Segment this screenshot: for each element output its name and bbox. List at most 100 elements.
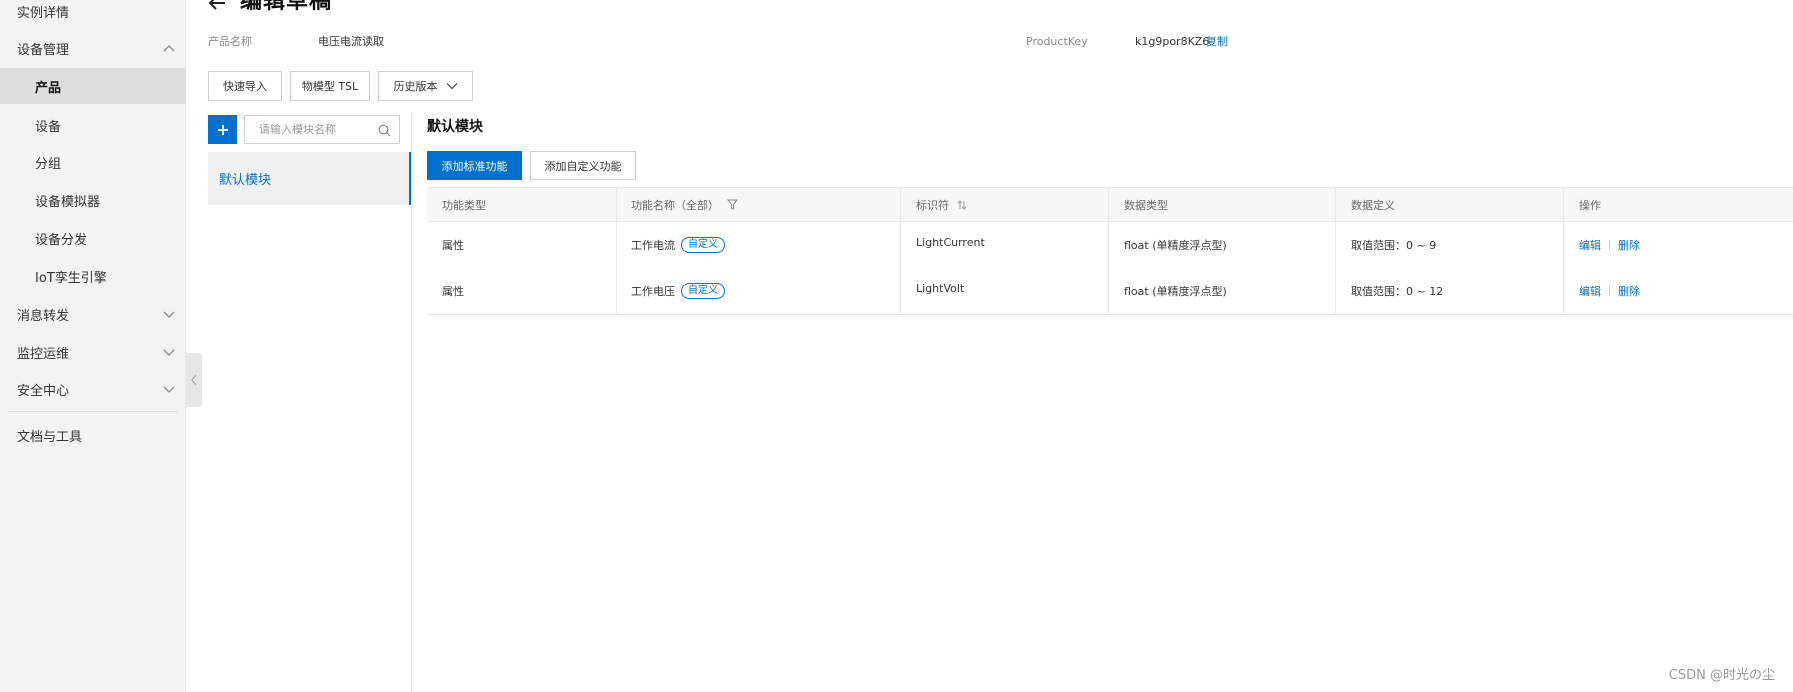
product-key-label: ProductKey	[1026, 35, 1088, 48]
cell-identifier: LightCurrent	[916, 235, 985, 249]
column-divider	[1335, 187, 1336, 314]
tsl-button[interactable]: 物模型 TSL	[290, 71, 370, 101]
sidebar-item-label: 实例详情	[17, 5, 70, 21]
sidebar: 实例详情 设备管理 产品 设备 分组 设备模拟器 设备分发 IoT孪生引擎 消息…	[0, 0, 186, 692]
chevron-up-icon	[163, 45, 175, 52]
button-label: 物模型 TSL	[301, 80, 359, 93]
edit-link[interactable]: 编辑	[1579, 283, 1601, 299]
button-label: 快速导入	[223, 80, 267, 93]
sidebar-item-label: 设备	[35, 119, 62, 135]
cell-identifier: LightVolt	[916, 281, 965, 295]
custom-tag: 自定义	[681, 283, 725, 299]
sidebar-item-device-distribution[interactable]: 设备分发	[0, 220, 186, 256]
sidebar-item-device-management[interactable]: 设备管理	[0, 30, 186, 66]
sidebar-item-label: 设备模拟器	[35, 194, 101, 210]
module-item-label: 默认模块	[219, 173, 272, 188]
chevron-down-icon	[163, 349, 175, 356]
column-header-label: 标识符	[916, 198, 949, 212]
table-row: 属性 工作电压 自定义 LightVolt float (单精度浮点型) 取值范…	[427, 268, 1793, 315]
cell-data-type: float (单精度浮点型)	[1124, 285, 1227, 298]
product-name-label: 产品名称	[208, 35, 252, 48]
chevron-down-icon	[163, 386, 175, 393]
chevron-down-icon	[163, 311, 175, 318]
add-standard-function-button[interactable]: 添加标准功能	[427, 151, 522, 180]
cell-definition: 取值范围：0 ~ 12	[1351, 285, 1444, 298]
cell-data-type: float (单精度浮点型)	[1124, 239, 1227, 252]
action-divider	[1609, 286, 1610, 296]
function-name: 工作电流	[631, 239, 675, 252]
sidebar-item-label: 产品	[35, 80, 62, 96]
column-header-type: 功能类型	[442, 198, 486, 212]
sidebar-divider	[8, 411, 178, 412]
cell-actions: 编辑 删除	[1579, 268, 1640, 314]
cell-definition: 取值范围：0 ~ 9	[1351, 239, 1437, 252]
delete-link[interactable]: 删除	[1618, 283, 1640, 299]
delete-link[interactable]: 删除	[1618, 237, 1640, 253]
copy-link[interactable]: 复制	[1206, 34, 1228, 50]
cell-name: 工作电压 自定义	[631, 268, 725, 314]
sidebar-item-device[interactable]: 设备	[0, 107, 186, 143]
sort-icon[interactable]	[957, 199, 967, 210]
cell-type: 属性	[442, 239, 464, 252]
cell-name: 工作电流 自定义	[631, 222, 725, 268]
cell-actions: 编辑 删除	[1579, 222, 1640, 268]
sidebar-item-message-forwarding[interactable]: 消息转发	[0, 296, 186, 332]
column-divider	[1563, 187, 1564, 314]
product-name-value: 电压电流读取	[318, 35, 384, 48]
edit-link[interactable]: 编辑	[1579, 237, 1601, 253]
section-title: 默认模块	[427, 119, 483, 135]
button-label: 历史版本	[393, 80, 438, 93]
column-header-label: 功能名称（全部）	[631, 198, 719, 212]
module-item-default[interactable]: 默认模块	[208, 152, 411, 205]
column-divider	[900, 187, 901, 314]
watermark: CSDN @时光の尘	[1668, 668, 1775, 683]
table-row: 属性 工作电流 自定义 LightCurrent float (单精度浮点型) …	[427, 222, 1793, 269]
module-search-box	[244, 115, 400, 144]
page-title: 编辑草稿	[240, 0, 333, 14]
sidebar-item-security-center[interactable]: 安全中心	[0, 371, 186, 407]
column-header-identifier[interactable]: 标识符	[916, 188, 967, 221]
back-arrow-icon[interactable]	[207, 0, 227, 12]
sidebar-item-product[interactable]: 产品	[0, 68, 186, 104]
chevron-left-icon	[191, 374, 197, 386]
sidebar-item-group[interactable]: 分组	[0, 144, 186, 180]
module-search-input[interactable]	[245, 116, 375, 143]
function-name: 工作电压	[631, 285, 675, 298]
sidebar-item-label: 文档与工具	[17, 429, 83, 445]
column-header-actions: 操作	[1579, 198, 1601, 212]
sidebar-item-label: 分组	[35, 156, 62, 172]
add-module-button[interactable]	[208, 115, 237, 144]
plus-icon	[217, 124, 228, 135]
sidebar-item-label: 监控运维	[17, 346, 70, 362]
sidebar-collapse-toggle[interactable]	[186, 353, 202, 407]
sidebar-item-monitoring-ops[interactable]: 监控运维	[0, 334, 186, 370]
button-label: 添加自定义功能	[544, 159, 622, 173]
sidebar-item-docs-tools[interactable]: 文档与工具	[0, 417, 186, 453]
search-icon[interactable]	[378, 124, 391, 137]
column-header-data-type: 数据类型	[1124, 198, 1168, 212]
sidebar-item-label: 安全中心	[17, 383, 70, 399]
cell-type: 属性	[442, 285, 464, 298]
custom-tag: 自定义	[681, 237, 725, 253]
add-custom-function-button[interactable]: 添加自定义功能	[530, 151, 636, 180]
quick-import-button[interactable]: 快速导入	[208, 71, 282, 101]
column-header-name[interactable]: 功能名称（全部）	[631, 188, 738, 221]
button-label: 添加标准功能	[441, 159, 508, 173]
column-divider	[616, 187, 617, 314]
product-key-value: k1g9por8KZ6	[1135, 35, 1210, 48]
sidebar-item-label: 设备管理	[17, 42, 70, 58]
column-divider	[1108, 187, 1109, 314]
history-version-dropdown[interactable]: 历史版本	[378, 71, 473, 101]
panel-divider	[411, 113, 412, 692]
table-header: 功能类型 功能名称（全部） 标识符 数据类型 数据定义 操作	[427, 187, 1793, 222]
sidebar-item-label: 消息转发	[17, 308, 70, 324]
filter-icon[interactable]	[727, 199, 738, 210]
sidebar-item-label: 设备分发	[35, 232, 88, 248]
sidebar-item-iot-twin-engine[interactable]: IoT孪生引擎	[0, 258, 186, 294]
chevron-down-icon	[446, 83, 457, 90]
sidebar-item-label: IoT孪生引擎	[35, 270, 107, 286]
sidebar-item-device-simulator[interactable]: 设备模拟器	[0, 182, 186, 218]
action-divider	[1609, 240, 1610, 250]
sidebar-item-instance-details[interactable]: 实例详情	[0, 0, 186, 29]
column-header-data-definition: 数据定义	[1351, 198, 1395, 212]
